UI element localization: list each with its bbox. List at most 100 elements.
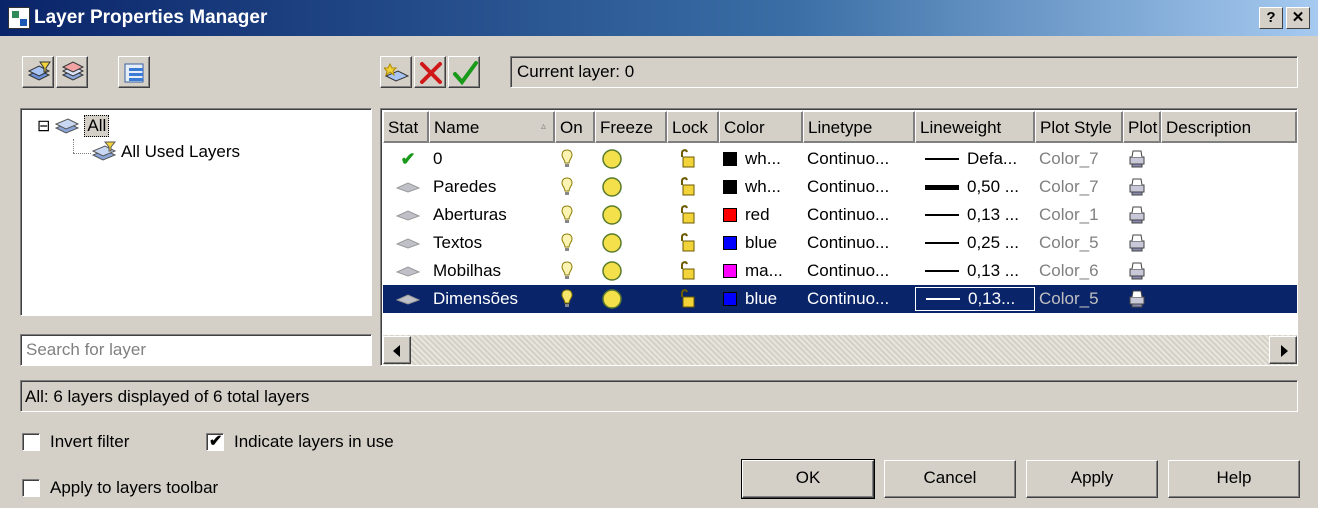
unlocked-padlock-icon[interactable] (677, 260, 697, 282)
light-bulb-icon[interactable] (559, 204, 575, 226)
ok-button[interactable]: OK (741, 459, 875, 499)
linetype-cell[interactable]: Continuo... (803, 173, 915, 201)
column-header-status[interactable]: Stat (383, 111, 429, 143)
plot-style-cell[interactable]: Color_7 (1035, 173, 1123, 201)
unlocked-padlock-icon[interactable] (677, 232, 697, 254)
column-header-plot[interactable]: Plot (1123, 111, 1161, 143)
color-cell[interactable]: wh... (719, 145, 803, 173)
plot-toggle[interactable] (1123, 229, 1161, 257)
unlocked-padlock-icon[interactable] (677, 204, 697, 226)
status-cell[interactable] (383, 257, 429, 285)
plot-printer-icon[interactable] (1127, 205, 1147, 225)
light-bulb-icon[interactable] (559, 260, 575, 282)
on-toggle[interactable] (555, 257, 595, 285)
linetype-cell[interactable]: Continuo... (803, 285, 915, 313)
status-cell[interactable] (383, 201, 429, 229)
invert-filter-checkbox[interactable]: Invert filter (22, 432, 129, 452)
on-toggle[interactable] (555, 201, 595, 229)
plot-printer-icon[interactable] (1127, 177, 1147, 197)
column-header-color[interactable]: Color (719, 111, 803, 143)
thaw-sun-icon[interactable] (599, 203, 625, 227)
lineweight-cell[interactable]: 0,13 ... (915, 201, 1035, 229)
plot-toggle[interactable] (1123, 257, 1161, 285)
layer-row[interactable]: Mobilhas ma... Continuo... 0,13 ... Colo… (383, 257, 1297, 285)
plot-printer-icon[interactable] (1127, 289, 1147, 309)
unlocked-padlock-icon[interactable] (677, 148, 697, 170)
linetype-cell[interactable]: Continuo... (803, 145, 915, 173)
layer-row[interactable]: Paredes wh... Continuo... 0,50 ... Color… (383, 173, 1297, 201)
plot-style-cell[interactable]: Color_5 (1035, 285, 1123, 313)
on-toggle[interactable] (555, 285, 595, 313)
layer-name[interactable]: 0 (429, 145, 555, 173)
help-question-button[interactable]: ? (1259, 7, 1283, 29)
column-header-lock[interactable]: Lock (667, 111, 719, 143)
plot-style-cell[interactable]: Color_6 (1035, 257, 1123, 285)
description-cell[interactable] (1161, 285, 1297, 313)
cancel-button[interactable]: Cancel (884, 460, 1016, 498)
tree-node-all[interactable]: ⊟ All (37, 115, 110, 137)
layer-row[interactable]: Textos blue Continuo... 0,25 ... Color_5 (383, 229, 1297, 257)
indicate-layers-in-use-checkbox[interactable]: Indicate layers in use (206, 431, 394, 452)
layer-name[interactable]: Mobilhas (429, 257, 555, 285)
freeze-toggle[interactable] (595, 201, 667, 229)
lineweight-cell[interactable]: Defa... (915, 145, 1035, 173)
new-group-filter-button[interactable] (56, 56, 88, 88)
new-layer-button[interactable] (380, 56, 412, 88)
scroll-right-button[interactable] (1269, 336, 1297, 364)
lock-toggle[interactable] (667, 201, 719, 229)
layer-row[interactable]: Aberturas red Continuo... 0,13 ... Color… (383, 201, 1297, 229)
light-bulb-icon[interactable] (559, 288, 575, 310)
layer-states-manager-button[interactable] (118, 56, 150, 88)
set-current-button[interactable] (448, 56, 480, 88)
plot-style-cell[interactable]: Color_1 (1035, 201, 1123, 229)
light-bulb-icon[interactable] (559, 176, 575, 198)
on-toggle[interactable] (555, 145, 595, 173)
apply-button[interactable]: Apply (1026, 460, 1158, 498)
description-cell[interactable] (1161, 229, 1297, 257)
lock-toggle[interactable] (667, 145, 719, 173)
freeze-toggle[interactable] (595, 145, 667, 173)
thaw-sun-icon[interactable] (599, 287, 625, 311)
description-cell[interactable] (1161, 145, 1297, 173)
column-header-plot-style[interactable]: Plot Style (1035, 111, 1123, 143)
scroll-left-button[interactable] (383, 336, 411, 364)
column-header-linetype[interactable]: Linetype (803, 111, 915, 143)
layer-row[interactable]: Dimensões blue Continuo... 0,13... Color… (383, 285, 1297, 313)
thaw-sun-icon[interactable] (599, 175, 625, 199)
collapse-icon[interactable]: ⊟ (37, 116, 50, 136)
color-cell[interactable]: blue (719, 229, 803, 257)
apply-to-layers-toolbar-checkbox[interactable]: Apply to layers toolbar (22, 478, 218, 498)
lock-toggle[interactable] (667, 229, 719, 257)
light-bulb-icon[interactable] (559, 148, 575, 170)
search-layer-input[interactable]: Search for layer (20, 334, 372, 366)
checkbox-box[interactable] (22, 479, 40, 497)
column-header-lineweight[interactable]: Lineweight (915, 111, 1035, 143)
horizontal-scrollbar[interactable] (383, 335, 1297, 365)
status-cell[interactable] (383, 173, 429, 201)
description-cell[interactable] (1161, 173, 1297, 201)
layer-name[interactable]: Textos (429, 229, 555, 257)
column-header-name[interactable]: Name ▵ (429, 111, 555, 143)
color-cell[interactable]: wh... (719, 173, 803, 201)
layer-name[interactable]: Paredes (429, 173, 555, 201)
light-bulb-icon[interactable] (559, 232, 575, 254)
filter-tree[interactable]: ⊟ All All Used Layers (20, 108, 372, 316)
lock-toggle[interactable] (667, 173, 719, 201)
delete-layer-button[interactable] (414, 56, 446, 88)
close-button[interactable]: ✕ (1286, 7, 1310, 29)
tree-node-all-used-layers[interactable]: All Used Layers (91, 141, 240, 163)
linetype-cell[interactable]: Continuo... (803, 257, 915, 285)
plot-printer-icon[interactable] (1127, 261, 1147, 281)
unlocked-padlock-icon[interactable] (677, 176, 697, 198)
color-cell[interactable]: ma... (719, 257, 803, 285)
lineweight-cell[interactable]: 0,13... (915, 287, 1035, 311)
plot-toggle[interactable] (1123, 145, 1161, 173)
new-property-filter-button[interactable] (22, 56, 54, 88)
status-cell[interactable]: ✔ (383, 145, 429, 173)
linetype-cell[interactable]: Continuo... (803, 201, 915, 229)
freeze-toggle[interactable] (595, 257, 667, 285)
lock-toggle[interactable] (667, 285, 719, 313)
layer-name[interactable]: Aberturas (429, 201, 555, 229)
on-toggle[interactable] (555, 229, 595, 257)
plot-toggle[interactable] (1123, 285, 1161, 313)
